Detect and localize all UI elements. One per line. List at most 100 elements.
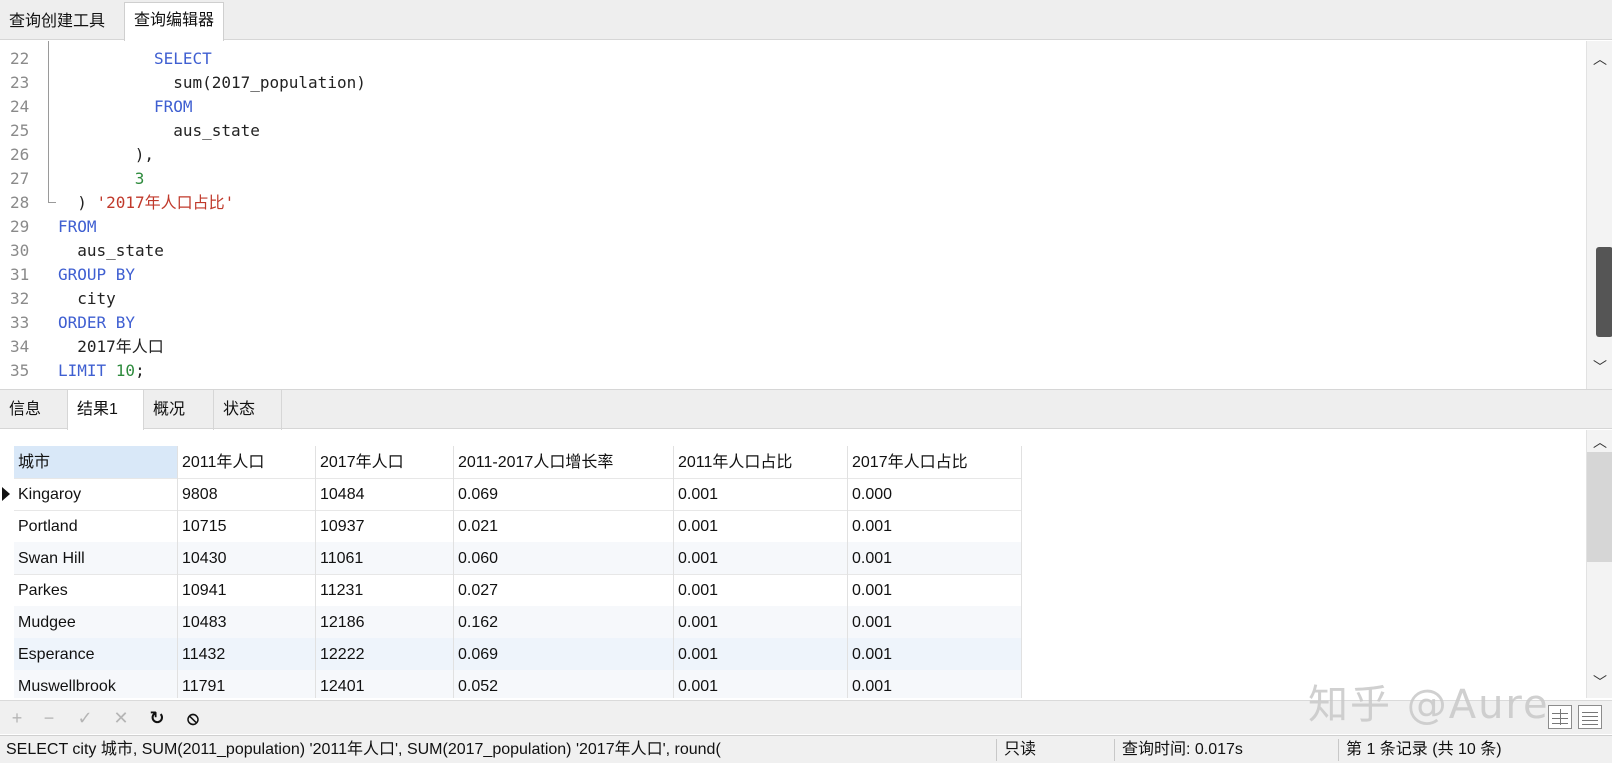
code-line[interactable]: 29 FROM [0, 215, 1580, 239]
code-token: GROUP BY [58, 265, 136, 284]
table-cell[interactable]: 10937 [316, 510, 454, 543]
column-header[interactable]: 2017年人口 [316, 446, 454, 479]
code-token: SELECT [154, 49, 212, 68]
code-text: 3 [135, 167, 145, 191]
table-cell[interactable]: 0.162 [454, 606, 674, 639]
editor-scroll-thumb[interactable] [1596, 247, 1612, 337]
table-cell[interactable]: 0.021 [454, 510, 674, 543]
scroll-up-icon[interactable]: ︿ [1587, 432, 1612, 452]
table-cell[interactable]: 11231 [316, 574, 454, 607]
tab-status[interactable]: 状态 [214, 390, 282, 430]
table-cell[interactable]: 0.001 [848, 510, 1022, 543]
table-cell[interactable]: 10430 [178, 542, 316, 575]
code-text: GROUP BY [58, 263, 135, 287]
table-cell[interactable]: 12222 [316, 638, 454, 671]
result-grid: 城市 2011年人口 2017年人口 2011-2017人口增长率 2011年人口占比 2… [0, 430, 1612, 698]
scroll-down-icon[interactable]: ﹀ [1587, 672, 1612, 692]
column-header[interactable]: 2011-2017人口增长率 [454, 446, 674, 479]
table-cell[interactable]: 0.001 [674, 542, 848, 575]
table-cell[interactable]: 0.001 [674, 670, 848, 698]
editor-scrollbar[interactable]: ︿ ﹀ [1586, 41, 1612, 389]
code-line[interactable]: 25 aus_state [0, 119, 1580, 143]
refresh-icon[interactable]: ↻ [146, 707, 168, 729]
code-line[interactable]: 27 3 [0, 167, 1580, 191]
table-cell[interactable]: 0.000 [848, 478, 1022, 511]
code-line[interactable]: 22 SELECT [0, 47, 1580, 71]
table-cell[interactable]: 10715 [178, 510, 316, 543]
cross-icon[interactable]: ✕ [110, 707, 132, 729]
tab-query-editor[interactable]: 查询编辑器 [124, 2, 225, 41]
table-cell[interactable]: 0.001 [848, 542, 1022, 575]
code-token: LIMIT [58, 361, 116, 380]
scroll-down-icon[interactable]: ﹀ [1587, 357, 1612, 377]
table-cell[interactable]: 9808 [178, 478, 316, 511]
table-cell[interactable]: 11791 [178, 670, 316, 698]
table-cell[interactable]: 0.052 [454, 670, 674, 698]
code-line[interactable]: 33 ORDER BY [0, 311, 1580, 335]
tab-info[interactable]: 信息 [0, 390, 68, 430]
table-cell[interactable]: 12401 [316, 670, 454, 698]
grid-view-icon[interactable] [1548, 705, 1572, 729]
code-text: FROM [154, 95, 193, 119]
table-cell[interactable]: Esperance [14, 638, 178, 671]
status-bar: SELECT city 城市, SUM(2011_population) '20… [0, 735, 1612, 763]
code-line[interactable]: 35 LIMIT 10; [0, 359, 1580, 383]
column-header[interactable]: 城市 [14, 446, 178, 479]
column-header[interactable]: 2017年人口占比 [848, 446, 1022, 479]
table-cell[interactable]: 0.001 [674, 478, 848, 511]
code-token: sum(2017_population) [173, 73, 366, 92]
table-cell[interactable]: 0.001 [674, 638, 848, 671]
table-cell[interactable]: Muswellbrook [14, 670, 178, 698]
code-text: FROM [58, 215, 97, 239]
table-cell[interactable]: 0.001 [848, 574, 1022, 607]
column-header[interactable]: 2011年人口占比 [674, 446, 848, 479]
table-cell[interactable]: 11432 [178, 638, 316, 671]
sql-editor[interactable]: 22 SELECT 23 sum(2017_population) 24 FROM 25 au… [0, 41, 1612, 389]
tab-overview[interactable]: 概况 [144, 390, 214, 430]
table-cell[interactable]: 0.027 [454, 574, 674, 607]
table-cell[interactable]: 12186 [316, 606, 454, 639]
table-cell[interactable]: 0.001 [848, 638, 1022, 671]
code-line[interactable]: 34 2017年人口 [0, 335, 1580, 359]
table-cell[interactable]: 0.060 [454, 542, 674, 575]
table-cell[interactable]: Portland [14, 510, 178, 543]
code-line[interactable]: 32 city [0, 287, 1580, 311]
code-line[interactable]: 23 sum(2017_population) [0, 71, 1580, 95]
table-cell[interactable]: 0.001 [674, 574, 848, 607]
table-cell[interactable]: Mudgee [14, 606, 178, 639]
table-cell[interactable]: 10483 [178, 606, 316, 639]
table-cell[interactable]: 0.069 [454, 638, 674, 671]
code-line[interactable]: 26), [0, 143, 1580, 167]
grid-scroll-thumb[interactable] [1587, 452, 1612, 562]
grid-scrollbar[interactable]: ︿ ﹀ [1586, 430, 1612, 698]
table-cell[interactable]: 11061 [316, 542, 454, 575]
scroll-up-icon[interactable]: ︿ [1587, 49, 1612, 69]
line-number: 34 [10, 337, 30, 356]
tab-result-1[interactable]: 结果1 [68, 390, 144, 431]
fold-end-marker[interactable] [48, 191, 56, 203]
check-icon[interactable]: ✓ [74, 707, 96, 729]
table-cell[interactable]: Kingaroy [14, 478, 178, 511]
column-header[interactable]: 2011年人口 [178, 446, 316, 479]
code-line[interactable]: 31 GROUP BY [0, 263, 1580, 287]
table-cell[interactable]: 10484 [316, 478, 454, 511]
table-cell[interactable]: 0.069 [454, 478, 674, 511]
code-line[interactable]: 30 aus_state [0, 239, 1580, 263]
line-number: 23 [10, 73, 30, 92]
table-cell[interactable]: 0.001 [848, 606, 1022, 639]
table-cell[interactable]: Parkes [14, 574, 178, 607]
code-line[interactable]: 28) '2017年人口占比' [0, 191, 1580, 215]
table-cell[interactable]: 0.001 [674, 510, 848, 543]
stop-icon[interactable]: ⦸ [182, 707, 204, 729]
table-cell[interactable]: 0.001 [674, 606, 848, 639]
form-view-icon[interactable] [1578, 705, 1602, 729]
table-cell[interactable]: 10941 [178, 574, 316, 607]
plus-icon[interactable]: + [6, 707, 28, 729]
tab-query-builder[interactable]: 查询创建工具 [0, 4, 114, 40]
table-cell[interactable]: Swan Hill [14, 542, 178, 575]
code-text: city [77, 287, 116, 311]
table-cell[interactable]: 0.001 [848, 670, 1022, 698]
minus-icon[interactable]: − [38, 707, 60, 729]
code-line[interactable]: 24 FROM [0, 95, 1580, 119]
status-records: 第 1 条记录 (共 10 条) [1346, 741, 1502, 758]
